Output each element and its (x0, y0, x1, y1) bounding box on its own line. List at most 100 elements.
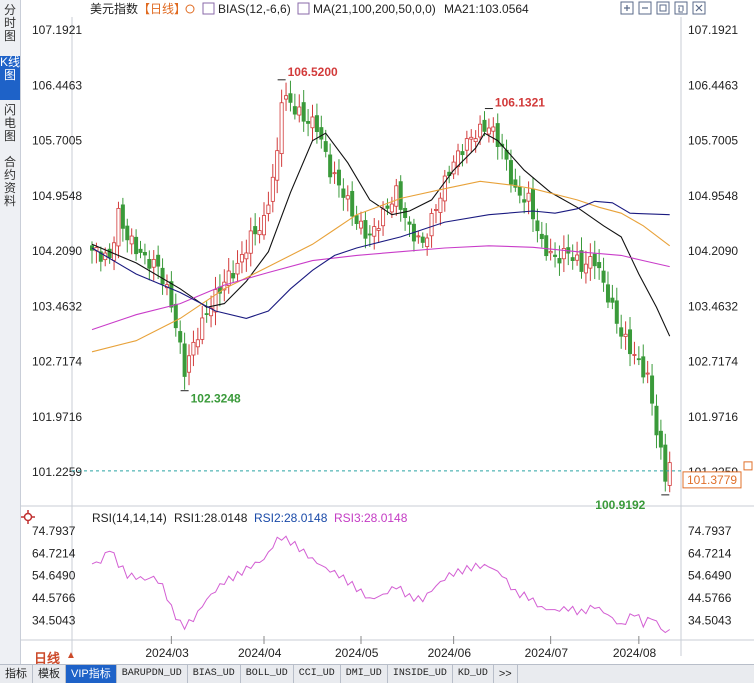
candle-body (394, 185, 399, 207)
candle-body (460, 151, 465, 156)
candle-body (482, 119, 487, 132)
candle-body (231, 273, 236, 279)
rsi-series (91, 535, 670, 634)
annotation-label: 106.5200 (288, 65, 338, 79)
candle-body (275, 150, 280, 181)
candle-body (658, 430, 663, 448)
price-tick-left: 101.9716 (32, 410, 82, 424)
price-tick-right: 106.4463 (688, 78, 738, 92)
tab-dmi-ud[interactable]: DMI_UD (341, 665, 388, 683)
bias-icon[interactable] (202, 2, 215, 15)
sidebar-tab-lightning[interactable]: 闪电图 (0, 104, 20, 148)
chart-area[interactable]: 美元指数 【日线】 BIAS(12,-6,6) MA(21,100,200,50… (20, 0, 754, 664)
candle-body (372, 226, 377, 237)
candle-body (650, 375, 655, 404)
candle-body (367, 233, 372, 236)
rsi-line (91, 535, 670, 634)
candle-body (420, 236, 425, 243)
period-dropdown-arrow-icon[interactable]: ▲ (66, 650, 76, 661)
tab-template[interactable]: 模板 (33, 665, 66, 683)
sidebar-tab-timeshare[interactable]: 分时图 (0, 4, 20, 44)
price-tick-right: 104.9548 (688, 189, 738, 203)
candle-body (491, 126, 496, 132)
candle-body (142, 251, 147, 256)
tab-bias-ud[interactable]: BIAS_UD (188, 665, 241, 683)
candle-body (544, 235, 549, 257)
rsi-axis: 74.7937 74.7937 64.7214 64.7214 54.6490 54.64… (32, 524, 732, 627)
tab-more[interactable]: >> (494, 665, 518, 683)
candle-body (570, 257, 575, 261)
tab-vip-indicator[interactable]: VIP指标 (66, 665, 117, 683)
price-tick-right: 101.9716 (688, 410, 738, 424)
sidebar-tab-contract-info[interactable]: 合约资料 (0, 156, 20, 212)
bottom-indicator-tabs: 指标 模板 VIP指标 BARUPDN_UD BIAS_UD BOLL_UD CCI_UD D… (0, 664, 754, 683)
sidebar: 分时图 K线图 闪电图 合约资料 (0, 0, 21, 664)
date-tick-label: 2024/04 (238, 646, 282, 660)
candle-body (156, 254, 161, 267)
candle-body (187, 355, 192, 373)
candle-body (641, 356, 646, 378)
candle-body (636, 358, 641, 361)
price-tick-right: 102.7174 (688, 355, 738, 369)
candle-body (583, 263, 588, 274)
date-tick-label: 2024/05 (335, 646, 379, 660)
current-price-marker-icon (743, 461, 753, 471)
rsi-tick-left: 44.5766 (32, 591, 76, 605)
candlestick-series (90, 80, 672, 493)
candle-body (257, 230, 262, 236)
price-tick-left: 101.2259 (32, 465, 82, 479)
candle-body (204, 313, 209, 316)
rsi-tick-left: 64.7214 (32, 546, 76, 560)
candle-body (508, 160, 513, 185)
price-tick-right: 103.4632 (688, 299, 738, 313)
ma21-value: MA21:103.0564 (444, 2, 529, 16)
expand-icon[interactable] (656, 1, 670, 15)
candle-body (288, 93, 293, 103)
rsi-settings-icon[interactable] (21, 510, 35, 524)
candle-body (548, 250, 553, 254)
candle-body (398, 181, 403, 210)
candle-body (478, 123, 483, 138)
tab-indicator[interactable]: 指标 (0, 665, 33, 683)
rsi-tick-right: 64.7214 (688, 546, 732, 560)
candle-body (314, 115, 319, 132)
tab-boll-ud[interactable]: BOLL_UD (241, 665, 294, 683)
high-low-annotations: 106.5200 106.1321 102.3248 100.9192 (180, 65, 670, 512)
tab-inside-ud[interactable]: INSIDE_UD (388, 665, 453, 683)
tab-barupdn-ud[interactable]: BARUPDN_UD (117, 665, 188, 683)
rsi-tick-right: 34.5043 (688, 613, 732, 627)
price-tick-left: 104.2090 (32, 244, 82, 258)
bias-indicator-label: BIAS(12,-6,6) (218, 2, 291, 16)
candle-body (160, 267, 165, 285)
candle-body (112, 242, 117, 261)
tab-cci-ud[interactable]: CCI_UD (294, 665, 341, 683)
candle-body (319, 127, 324, 140)
rsi3-value: RSI3:28.0148 (334, 511, 408, 525)
price-tick-left: 102.7174 (32, 355, 82, 369)
candle-body (522, 199, 527, 203)
annotation-label: 102.3248 (191, 392, 241, 406)
price-tick-right: 104.2090 (688, 244, 738, 258)
candle-body (363, 220, 368, 239)
date-tick-label: 2024/08 (613, 646, 657, 660)
candle-body (301, 102, 306, 122)
price-tick-left: 105.7005 (32, 134, 82, 148)
candle-body (469, 136, 474, 140)
tab-kd-ud[interactable]: KD_UD (453, 665, 494, 683)
date-tick-label: 2024/03 (145, 646, 189, 660)
ma-icon[interactable] (297, 2, 310, 15)
candle-body (645, 372, 650, 375)
candle-body (407, 221, 412, 225)
candle-body (381, 208, 386, 227)
price-tick-right: 105.7005 (688, 134, 738, 148)
period-switch-icon[interactable] (185, 4, 195, 14)
moving-average-lines (91, 132, 671, 353)
sidebar-tab-kline[interactable]: K线图 (0, 56, 20, 100)
candle-body (464, 138, 469, 151)
candle-body (107, 248, 112, 259)
candle-body (151, 258, 156, 268)
ma-indicator-label: MA(21,100,200,50,0,0) (313, 2, 436, 16)
candle-body (557, 258, 562, 264)
candle-body (306, 121, 311, 124)
annotation-label: 100.9192 (595, 498, 645, 512)
